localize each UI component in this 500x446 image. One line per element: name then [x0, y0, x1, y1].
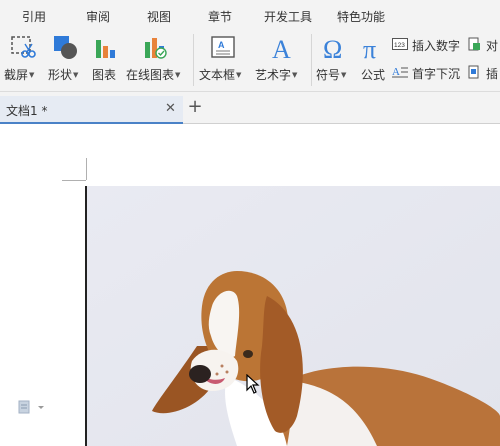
ribbon-separator [311, 34, 312, 86]
online-chart-icon [145, 38, 167, 59]
ribbon-separator [193, 34, 194, 86]
menu-review[interactable]: 审阅 [86, 8, 110, 25]
symbol-button[interactable]: Ω 符号▼ [316, 30, 354, 92]
screenshot-label: 截屏 [4, 68, 29, 82]
tab-document1[interactable]: 文档1 * ✕ [0, 96, 183, 124]
menu-developer-tools[interactable]: 开发工具 [264, 8, 312, 25]
new-tab-button[interactable]: + [186, 97, 204, 117]
svg-text:123: 123 [394, 42, 405, 49]
menu-view[interactable]: 视图 [147, 8, 171, 25]
bar-chart-icon [96, 40, 115, 58]
screenshot-button[interactable]: 截屏▼ [4, 30, 40, 92]
textbox-icon: A [211, 36, 235, 58]
dog-photo[interactable] [87, 186, 500, 446]
wordart-button[interactable]: A 艺术字▼ [255, 30, 307, 92]
textbox-button[interactable]: A 文本框▼ [199, 30, 249, 92]
wordart-label: 艺术字 [255, 68, 292, 82]
svg-text:A: A [272, 35, 291, 62]
document-icon [18, 400, 44, 414]
chevron-down-icon: ▼ [341, 71, 347, 79]
shape-label: 形状 [48, 68, 73, 82]
svg-text:Ω: Ω [323, 35, 342, 62]
margin-marker [86, 158, 87, 180]
plus-icon: + [187, 96, 203, 117]
insert-number-label: 插入数字 [412, 39, 461, 53]
chart-label: 图表 [92, 68, 117, 82]
online-chart-label: 在线图表 [126, 68, 175, 82]
pi-icon: π [363, 35, 376, 62]
ribbon-toolbar: 截屏▼ 形状▼ 图表 在线图表▼ A 文本框▼ A 艺术字▼ Ω 符号▼ π 公… [0, 30, 500, 92]
dropcap-label: 首字下沉 [412, 67, 461, 81]
scissors-icon [11, 36, 36, 58]
insert-number-button[interactable]: 123 插入数字 [392, 35, 464, 55]
margin-marker [62, 180, 86, 181]
formula-label: 公式 [361, 68, 386, 82]
chevron-down-icon: ▼ [175, 71, 181, 79]
menu-chapter[interactable]: 章节 [208, 8, 232, 25]
omega-icon: Ω [323, 35, 342, 62]
basset-hound-image [87, 186, 500, 446]
object-button[interactable]: 对 [468, 35, 500, 55]
formula-button[interactable]: π 公式 [360, 30, 388, 92]
object-label: 对 [486, 39, 499, 53]
object-icon [468, 37, 480, 51]
insert-label: 插 [486, 67, 499, 81]
svg-text:A: A [218, 40, 225, 50]
close-icon[interactable]: ✕ [165, 101, 176, 116]
wordart-icon: A [272, 35, 291, 62]
menu-bar: 引用 审阅 视图 章节 开发工具 特色功能 [0, 0, 500, 30]
chevron-down-icon: ▼ [292, 71, 298, 79]
dropcap-button[interactable]: A 首字下沉 [392, 63, 464, 83]
shape-button[interactable]: 形状▼ [46, 30, 86, 92]
online-chart-button[interactable]: 在线图表▼ [126, 30, 186, 92]
symbol-label: 符号 [316, 68, 341, 82]
menu-special-features[interactable]: 特色功能 [337, 8, 385, 25]
chevron-down-icon: ▼ [73, 71, 79, 79]
dropcap-icon: A [392, 66, 408, 78]
document-canvas[interactable] [0, 125, 500, 446]
document-tab-title: 文档1 * [6, 104, 48, 118]
shape-icon [54, 36, 77, 59]
chevron-down-icon: ▼ [29, 71, 35, 79]
insert-object-icon [468, 65, 479, 79]
textbox-label: 文本框 [199, 68, 236, 82]
insert-button[interactable]: 插 [468, 63, 500, 83]
mouse-cursor-icon [246, 374, 260, 394]
document-tab-bar: 文档1 * ✕ + [0, 92, 500, 124]
svg-text:A: A [392, 66, 400, 78]
page-options-button[interactable] [18, 400, 48, 417]
chart-button[interactable]: 图表 [90, 30, 120, 92]
svg-text:π: π [363, 35, 376, 62]
number-icon: 123 [392, 38, 408, 50]
chevron-down-icon: ▼ [236, 71, 242, 79]
menu-references[interactable]: 引用 [22, 8, 46, 25]
